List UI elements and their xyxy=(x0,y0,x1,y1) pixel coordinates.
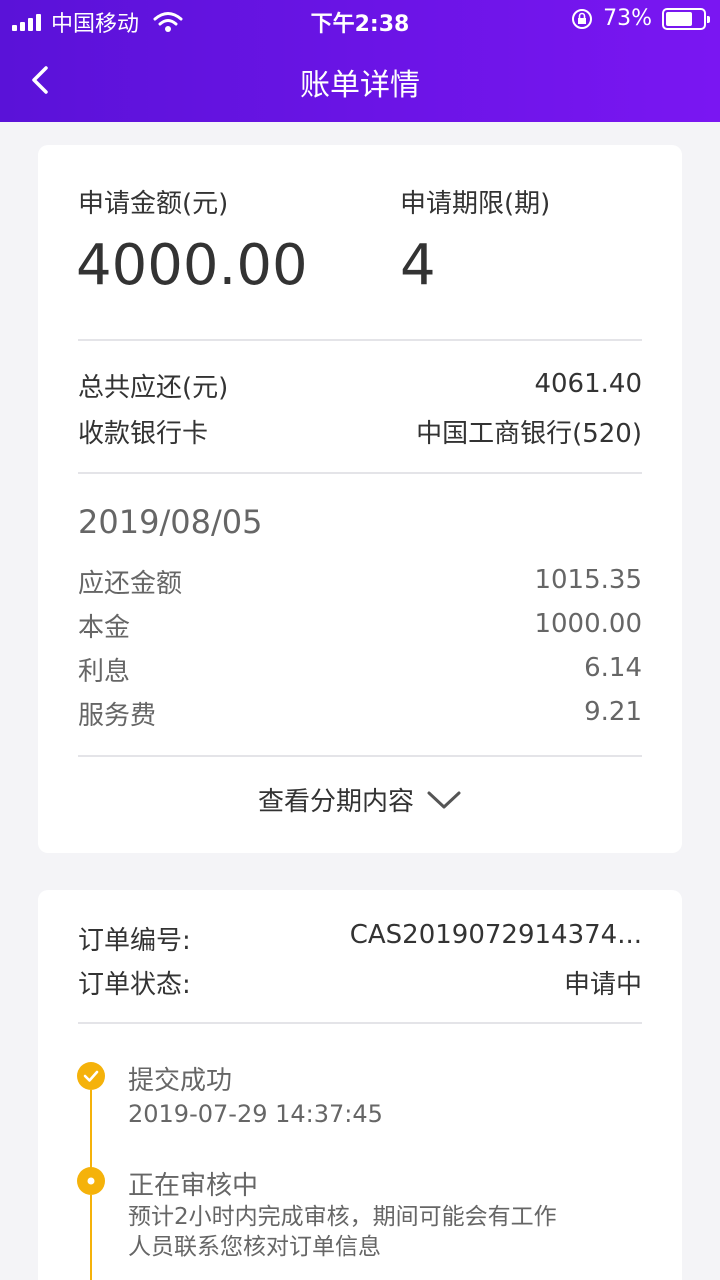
page-title: 账单详情 xyxy=(300,68,420,103)
divider xyxy=(78,339,642,341)
nav-bar: 账单详情 xyxy=(0,46,720,116)
battery-fill xyxy=(666,11,693,26)
timeline-step-detail: 预计2小时内完成审核，期间可能会有工作人员联系您核对订单信息 xyxy=(128,1204,557,1260)
orientation-lock-icon xyxy=(572,8,593,29)
timeline-step-title: 提交成功 xyxy=(128,1066,233,1096)
divider xyxy=(78,1022,642,1024)
term-value: 4 xyxy=(400,233,436,298)
bank-card-value: 中国工商银行(520) xyxy=(416,419,642,449)
check-icon xyxy=(77,1062,105,1090)
amount-label: 申请金额(元) xyxy=(78,189,229,219)
in-progress-icon xyxy=(77,1167,105,1195)
timeline-step-title: 正在审核中 xyxy=(128,1171,259,1201)
installment-row-label: 服务费 xyxy=(78,701,157,731)
timeline-connector xyxy=(90,1195,92,1280)
installment-row-value: 1000.00 xyxy=(534,609,642,639)
chevron-down-icon xyxy=(427,791,461,808)
bank-card-label: 收款银行卡 xyxy=(78,419,209,449)
installment-row-label: 应还金额 xyxy=(78,569,183,599)
installment-row-value: 6.14 xyxy=(584,653,642,683)
timeline-step-detail: 2019-07-29 14:37:45 xyxy=(128,1100,383,1128)
term-label: 申请期限(期) xyxy=(400,189,551,219)
order-status-label: 订单状态: xyxy=(78,970,191,1000)
total-repay-label: 总共应还(元) xyxy=(78,373,229,403)
order-id-label: 订单编号: xyxy=(78,926,191,956)
total-repay-value: 4061.40 xyxy=(534,369,642,399)
installment-row-value: 1015.35 xyxy=(534,565,642,595)
installment-row-value: 9.21 xyxy=(584,697,642,727)
order-id-value: CAS2019072914374... xyxy=(349,920,642,950)
status-bar: 中国移动 下午2:38 73% xyxy=(0,0,720,40)
installment-date: 2019/08/05 xyxy=(78,503,263,541)
battery-percent: 73% xyxy=(603,6,652,31)
installment-row-label: 本金 xyxy=(78,613,131,643)
app-header: 中国移动 下午2:38 73% 账单详情 xyxy=(0,0,720,122)
bill-summary-card: 申请金额(元) 4000.00 申请期限(期) 4 总共应还(元) 4061.4… xyxy=(38,145,682,853)
divider xyxy=(78,472,642,474)
order-status-value: 申请中 xyxy=(563,970,642,1000)
view-installments-label: 查看分期内容 xyxy=(257,787,414,817)
divider xyxy=(78,755,642,757)
timeline-connector xyxy=(90,1090,92,1170)
battery-icon xyxy=(662,7,710,30)
installment-row-label: 利息 xyxy=(78,657,131,687)
amount-value: 4000.00 xyxy=(76,233,308,298)
view-installments-toggle[interactable]: 查看分期内容 xyxy=(38,781,682,818)
order-info-card: 订单编号: CAS2019072914374... 订单状态: 申请中 提交成功… xyxy=(38,890,682,1280)
